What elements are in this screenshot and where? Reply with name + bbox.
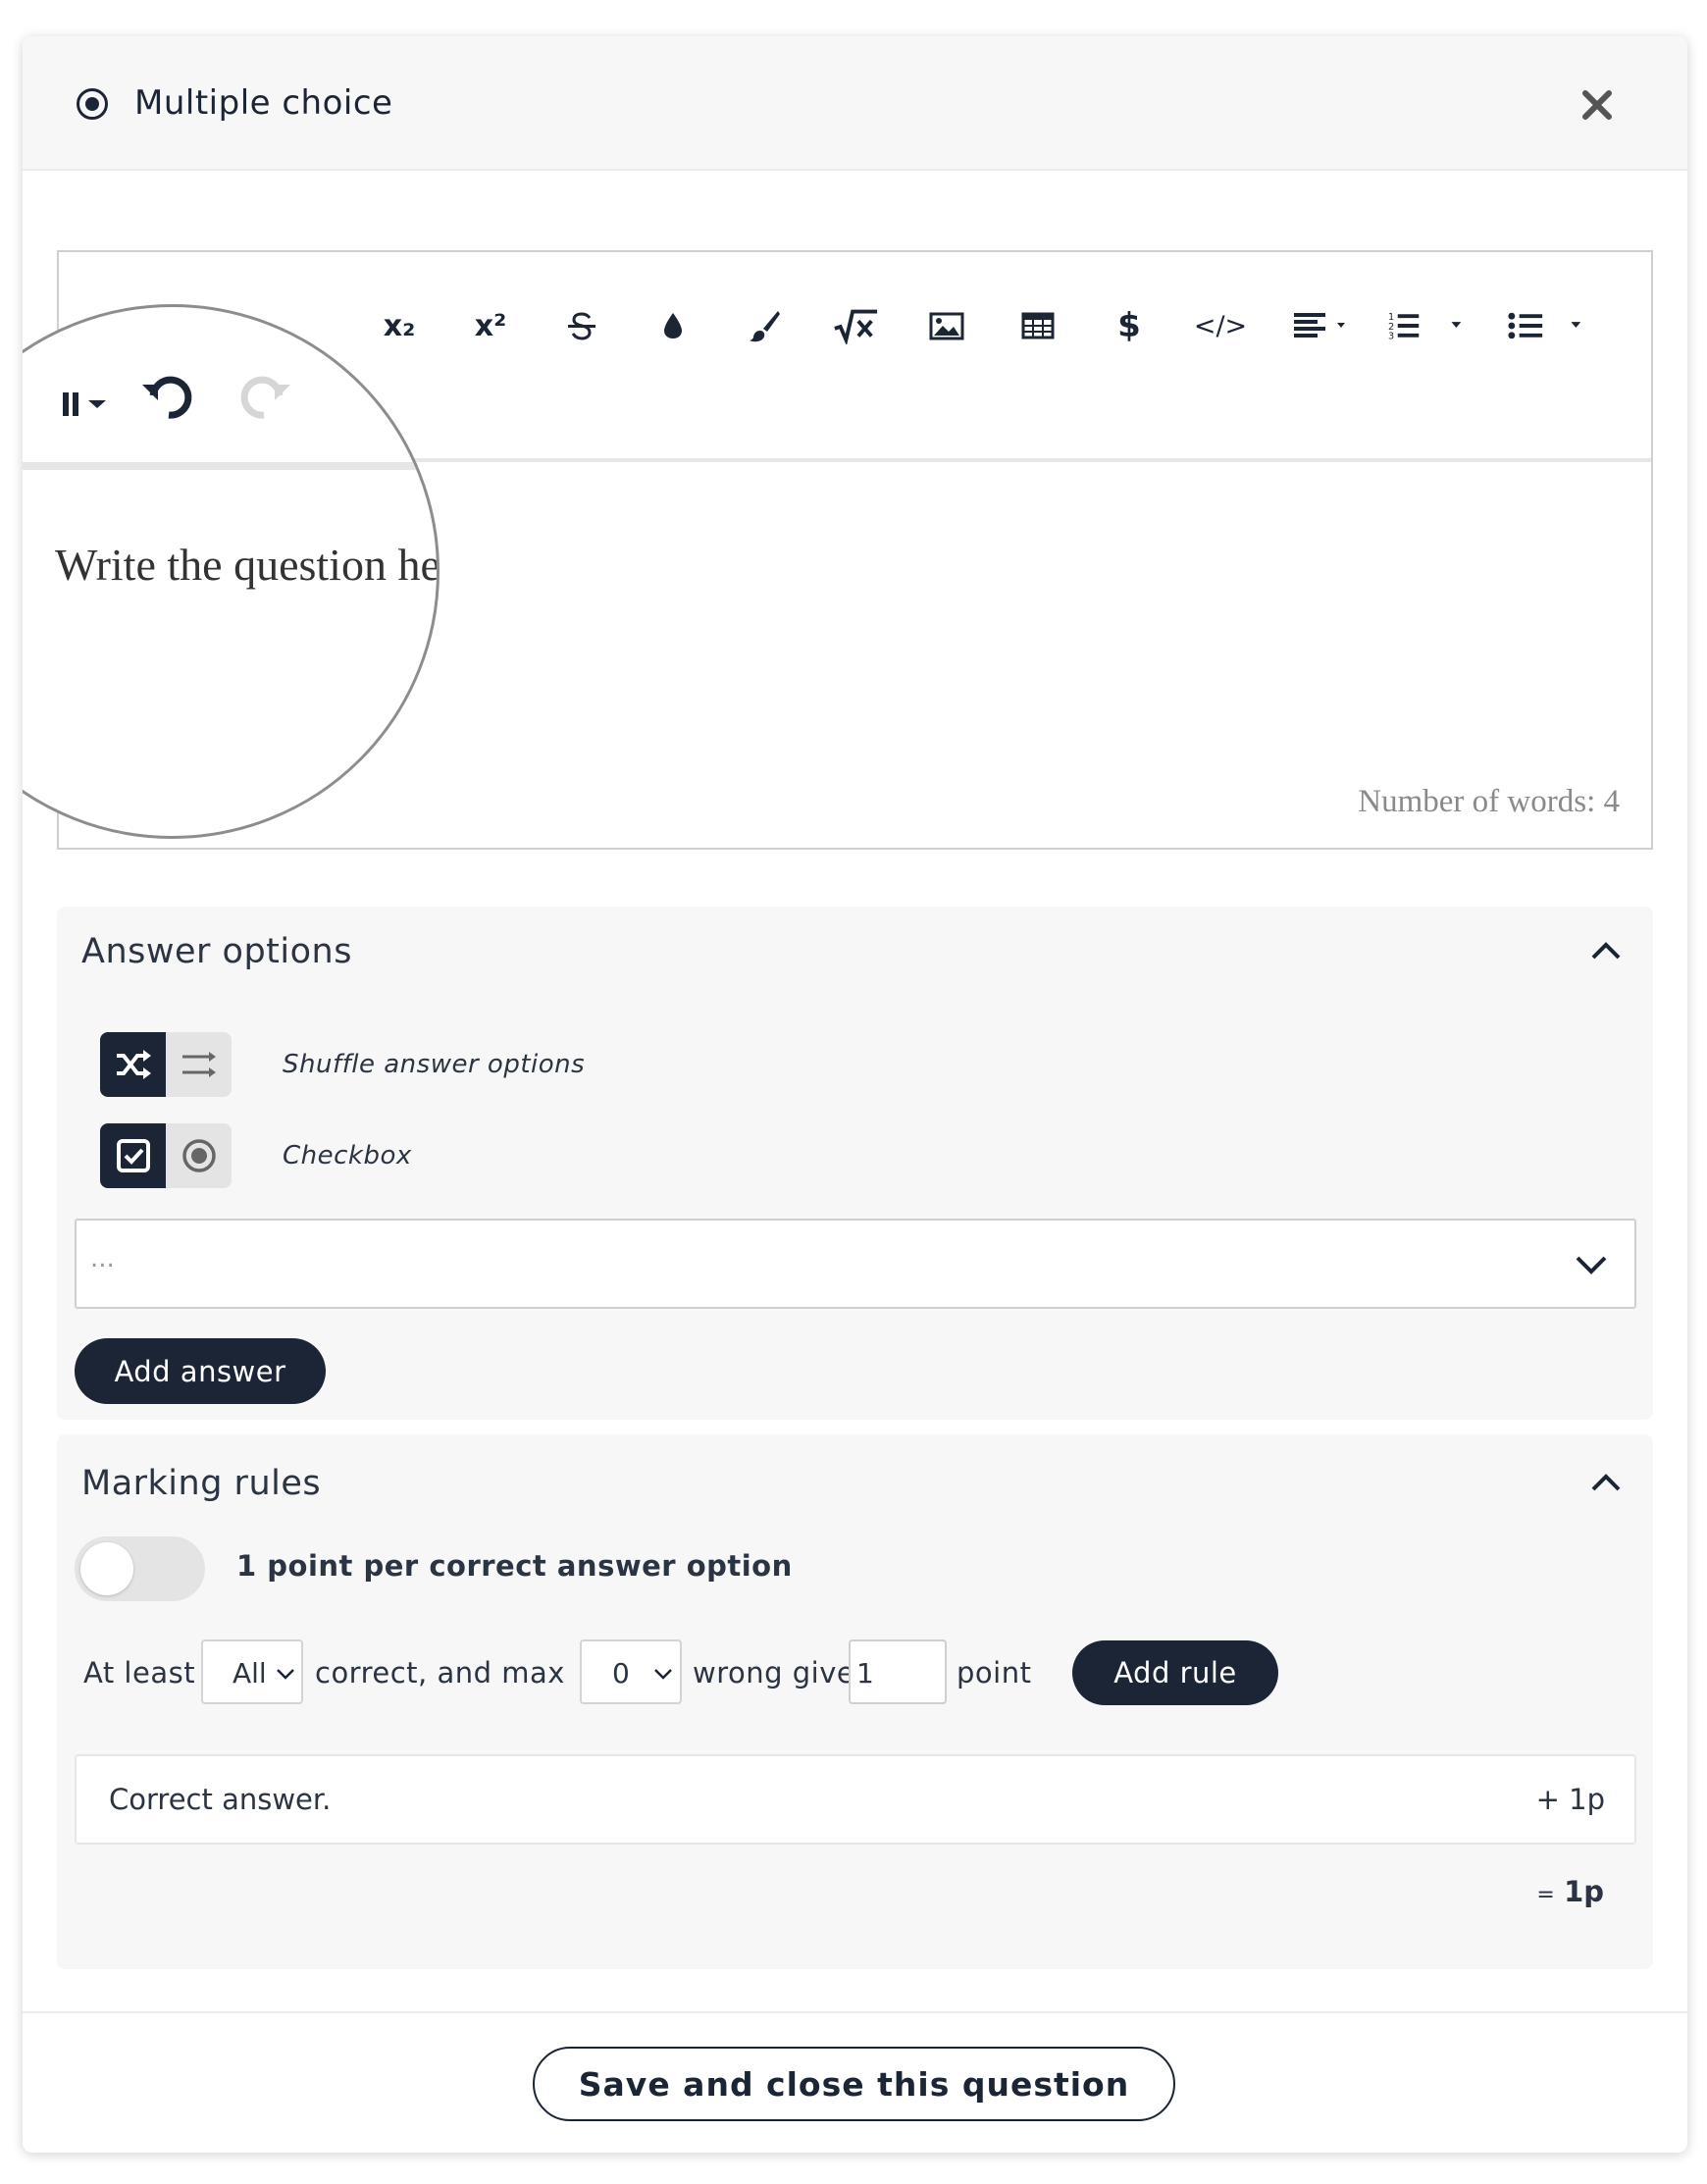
shuffle-icon xyxy=(116,1050,151,1079)
switch-knob xyxy=(80,1542,133,1595)
align-dropdown[interactable] xyxy=(1287,301,1356,350)
currency-button[interactable]: $ xyxy=(1105,301,1154,350)
rule-editor-row: At least All correct, and max 0 wrong gi… xyxy=(57,1639,1653,1708)
total-equals: = xyxy=(1536,1883,1555,1907)
ordered-list-icon: 123 xyxy=(1388,312,1462,342)
svg-text:3: 3 xyxy=(1388,332,1394,342)
correct-count-value: All xyxy=(233,1657,267,1690)
wrong-gives-label: wrong gives xyxy=(693,1656,870,1690)
subscript-button[interactable]: x₂ xyxy=(375,301,424,350)
image-button[interactable] xyxy=(922,301,971,350)
shuffle-on-option[interactable] xyxy=(100,1032,166,1097)
align-left-icon xyxy=(1294,313,1345,338)
redo-icon xyxy=(240,376,290,419)
collapse-answer-options-icon[interactable] xyxy=(1588,934,1624,969)
arrows-right-icon xyxy=(181,1052,216,1077)
answer-options-title: Answer options xyxy=(81,932,352,971)
add-rule-button[interactable]: Add rule xyxy=(1072,1640,1278,1705)
math-button[interactable] xyxy=(831,301,880,350)
correct-and-max-label: correct, and max xyxy=(315,1656,565,1690)
rule-result-row: Correct answer. + 1p xyxy=(75,1754,1636,1845)
shuffle-off-option[interactable] xyxy=(166,1032,232,1097)
collapse-marking-rules-icon[interactable] xyxy=(1588,1466,1624,1501)
answer-dropdown[interactable]: ... xyxy=(75,1219,1636,1309)
result-label: Correct answer. xyxy=(109,1783,332,1816)
checkbox-icon xyxy=(116,1139,150,1172)
radio-icon xyxy=(77,88,108,120)
checkbox-option[interactable] xyxy=(100,1123,166,1188)
point-per-correct-switch[interactable] xyxy=(75,1536,205,1601)
chevron-down-icon xyxy=(654,1669,672,1680)
wrong-count-value: 0 xyxy=(612,1657,630,1690)
question-type-title: Multiple choice xyxy=(134,83,393,123)
droplet-icon xyxy=(664,313,682,338)
modal-header: Multiple choice xyxy=(23,36,1687,171)
answer-type-label: Checkbox xyxy=(283,1141,412,1170)
save-and-close-button[interactable]: Save and close this question xyxy=(533,2047,1175,2121)
chevron-down-icon xyxy=(277,1669,294,1680)
answer-options-section: Answer options Shuffle answer options Ch… xyxy=(57,907,1653,1420)
undo-icon xyxy=(142,376,192,419)
question-modal: Multiple choice x₂ x² $ </> 1 2 3 Number… xyxy=(23,36,1687,2153)
point-per-correct-label: 1 point per correct answer option xyxy=(236,1549,793,1583)
redo-button[interactable] xyxy=(234,368,293,427)
answer-placeholder: ... xyxy=(90,1244,115,1274)
radio-option[interactable] xyxy=(166,1123,232,1188)
superscript-button[interactable]: x² xyxy=(466,301,515,350)
undo-button[interactable] xyxy=(139,368,198,427)
points-input[interactable]: 1 xyxy=(849,1639,947,1704)
modal-footer: Save and close this question xyxy=(23,2011,1687,2153)
total-points: = 1p xyxy=(1536,1875,1604,1908)
at-least-label: At least xyxy=(83,1656,196,1690)
table-button[interactable] xyxy=(1013,301,1062,350)
add-answer-button[interactable]: Add answer xyxy=(75,1338,326,1404)
marking-rules-title: Marking rules xyxy=(81,1464,322,1503)
result-points: + 1p xyxy=(1535,1783,1605,1816)
superscript-icon: x² xyxy=(474,308,507,343)
question-text-content: Write the question here xyxy=(55,540,440,590)
close-icon[interactable] xyxy=(1578,85,1617,125)
bullet-list-dropdown[interactable] xyxy=(1505,301,1593,350)
strikethrough-icon xyxy=(568,312,595,340)
word-count: Number of words: 4 xyxy=(1358,784,1620,819)
shuffle-label: Shuffle answer options xyxy=(283,1050,586,1079)
total-value: 1p xyxy=(1564,1875,1604,1908)
strikethrough-button[interactable] xyxy=(557,301,606,350)
question-text[interactable]: Write the question here xyxy=(55,539,440,591)
subscript-icon: x₂ xyxy=(383,308,416,343)
bullet-list-icon xyxy=(1508,312,1581,339)
code-icon: </> xyxy=(1193,310,1248,341)
radio-button-icon xyxy=(181,1139,216,1172)
brush-icon xyxy=(750,311,780,342)
chevron-down-icon xyxy=(1576,1256,1607,1274)
text-color-button[interactable] xyxy=(648,301,698,350)
correct-count-select[interactable]: All xyxy=(201,1639,303,1704)
magnified-toolbar-divider xyxy=(23,462,437,470)
dollar-icon: $ xyxy=(1117,306,1141,345)
marking-rules-section: Marking rules 1 point per correct answer… xyxy=(57,1434,1653,1969)
background-color-button[interactable] xyxy=(740,301,789,350)
sqrt-icon xyxy=(834,309,878,344)
shuffle-toggle[interactable] xyxy=(100,1032,232,1097)
ordered-list-dropdown[interactable]: 123 xyxy=(1385,301,1474,350)
wrong-count-select[interactable]: 0 xyxy=(580,1639,682,1704)
align-dropdown-partial-icon xyxy=(63,392,106,416)
image-icon xyxy=(929,312,964,340)
point-label: point xyxy=(957,1656,1032,1690)
table-icon xyxy=(1021,312,1055,339)
answer-type-toggle[interactable] xyxy=(100,1123,232,1188)
code-button[interactable]: </> xyxy=(1193,301,1248,350)
